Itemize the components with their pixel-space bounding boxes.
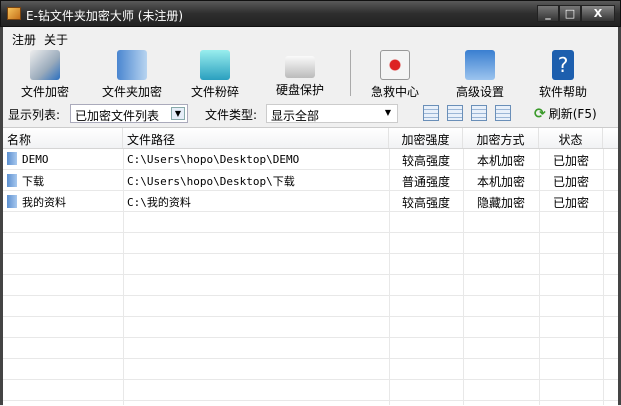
menu-about[interactable]: 关于 — [44, 31, 68, 48]
type-select-value: 显示全部 — [271, 109, 320, 123]
cell-text: 较高强度 — [401, 154, 450, 168]
table-row[interactable]: 我的资料 C:\我的资料 较高强度 隐藏加密 已加密 — [3, 191, 618, 212]
cell-text: C:\Users\hopo\Desktop\DEMO — [127, 153, 300, 166]
toolbar-separator — [350, 50, 351, 96]
menu-register[interactable]: 注册 — [12, 31, 36, 48]
type-select[interactable]: 显示全部 ▼ — [266, 104, 398, 123]
cell-text: 我的资料 — [22, 196, 66, 209]
refresh-label: 刷新(F5) — [548, 107, 597, 121]
cell-text: 下载 — [22, 175, 44, 188]
cell-text: 本机加密 — [476, 154, 525, 168]
cell-path: C:\Users\hopo\Desktop\下载 — [123, 170, 389, 191]
cell-text: DEMO — [22, 153, 49, 166]
list-select-value: 已加密文件列表 — [75, 109, 160, 123]
refresh-icon: ⟳ — [534, 105, 546, 122]
folder-icon — [7, 195, 17, 208]
cell-text: 较高强度 — [401, 196, 450, 210]
table-row[interactable]: 下载 C:\Users\hopo\Desktop\下载 普通强度 本机加密 已加密 — [3, 170, 618, 191]
file-lock-icon — [30, 50, 60, 80]
list-header: 名称 文件路径 加密强度 加密方式 状态 — [3, 128, 618, 149]
maximize-button[interactable]: □ — [559, 5, 581, 22]
header-path[interactable]: 文件路径 — [123, 128, 389, 148]
folder-icon — [7, 152, 17, 165]
cell-strength: 较高强度 — [389, 191, 463, 212]
header-status[interactable]: 状态 — [539, 128, 603, 148]
shredder-icon — [200, 50, 230, 80]
cell-text: 已加密 — [552, 196, 589, 210]
menu-bar: 注册 关于 — [12, 31, 68, 48]
app-icon — [7, 7, 21, 20]
cell-text: C:\Users\hopo\Desktop\下载 — [127, 175, 295, 188]
cell-status: 已加密 — [539, 170, 603, 191]
cell-method: 本机加密 — [463, 170, 539, 191]
folder-lock-icon — [117, 50, 147, 80]
cell-text: 已加密 — [552, 154, 589, 168]
list-label: 显示列表: — [8, 108, 61, 122]
header-strength[interactable]: 加密强度 — [389, 128, 463, 148]
cell-text: 已加密 — [552, 175, 589, 189]
cell-text: 隐藏加密 — [476, 196, 525, 210]
window-title: E-钻文件夹加密大师 (未注册) — [26, 9, 184, 23]
type-label: 文件类型: — [205, 108, 258, 122]
minimize-button[interactable]: _ — [537, 5, 559, 22]
cell-text: C:\我的资料 — [127, 196, 191, 209]
chevron-down-icon: ▼ — [384, 108, 392, 117]
file-shred-button[interactable]: 文件粉碎 — [175, 48, 255, 100]
cell-path: C:\Users\hopo\Desktop\DEMO — [123, 149, 389, 170]
view-list-button[interactable] — [471, 105, 487, 121]
folder-icon — [7, 174, 17, 187]
cell-strength: 较高强度 — [389, 149, 463, 170]
table-row[interactable]: DEMO C:\Users\hopo\Desktop\DEMO 较高强度 本机加密 已加… — [3, 149, 618, 170]
settings-tools-icon — [465, 50, 495, 80]
title-bar: E-钻文件夹加密大师 (未注册) _ □ X — [0, 0, 621, 27]
toolbar: 文件加密 文件夹加密 文件粉碎 硬盘保护 急救中心 高级设置 ? 软件帮助 — [5, 48, 615, 100]
filter-bar: 显示列表: 已加密文件列表 ▼ 文件类型: 显示全部 ▼ ⟳ 刷新(F5) — [8, 103, 614, 125]
help-button[interactable]: ? 软件帮助 — [523, 48, 603, 100]
view-large-icons-button[interactable] — [423, 105, 439, 121]
cell-strength: 普通强度 — [389, 170, 463, 191]
file-encrypt-button[interactable]: 文件加密 — [5, 48, 85, 100]
cell-name: 下载 — [3, 170, 123, 191]
refresh-button[interactable]: ⟳ 刷新(F5) — [534, 105, 597, 122]
chevron-down-icon: ▼ — [171, 107, 185, 120]
cell-method: 本机加密 — [463, 149, 539, 170]
advanced-settings-button[interactable]: 高级设置 — [440, 48, 520, 100]
cell-text: 本机加密 — [476, 175, 525, 189]
cell-name: DEMO — [3, 149, 123, 170]
view-details-button[interactable] — [495, 105, 511, 121]
help-book-icon: ? — [552, 50, 574, 80]
rescue-center-button[interactable]: 急救中心 — [355, 48, 435, 100]
disk-protect-button[interactable]: 硬盘保护 — [260, 48, 340, 98]
folder-encrypt-button[interactable]: 文件夹加密 — [92, 48, 172, 100]
header-name[interactable]: 名称 — [3, 128, 123, 148]
view-small-icons-button[interactable] — [447, 105, 463, 121]
cell-status: 已加密 — [539, 191, 603, 212]
cell-text: 普通强度 — [401, 175, 450, 189]
cell-method: 隐藏加密 — [463, 191, 539, 212]
header-method[interactable]: 加密方式 — [463, 128, 539, 148]
first-aid-icon — [380, 50, 410, 80]
file-list[interactable]: 名称 文件路径 加密强度 加密方式 状态 DEMO C:\Users\hopo\D… — [3, 127, 618, 406]
close-button[interactable]: X — [581, 5, 615, 22]
hard-disk-icon — [285, 56, 315, 78]
cell-path: C:\我的资料 — [123, 191, 389, 212]
cell-name: 我的资料 — [3, 191, 123, 212]
list-select[interactable]: 已加密文件列表 ▼ — [70, 104, 188, 123]
cell-status: 已加密 — [539, 149, 603, 170]
